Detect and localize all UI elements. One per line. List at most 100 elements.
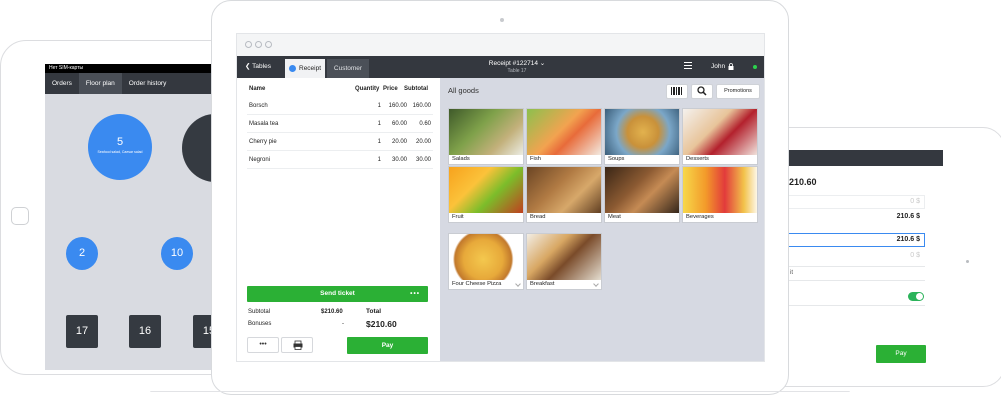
- category-soups[interactable]: Soups: [604, 108, 680, 165]
- category-label: Fruit: [452, 214, 464, 220]
- category-label: Soups: [608, 156, 625, 162]
- item-qty: 1: [377, 121, 381, 127]
- window-chrome: [237, 34, 764, 56]
- receipt-title[interactable]: Receipt #122714 ⌄: [467, 59, 567, 67]
- category-meat[interactable]: Meat: [604, 166, 680, 223]
- category-fruit[interactable]: Fruit: [448, 166, 524, 223]
- category-bread[interactable]: Bread: [526, 166, 602, 223]
- promotions-button[interactable]: Promotions: [716, 84, 760, 99]
- payment-field-2[interactable]: 210.6 $: [787, 210, 925, 224]
- chevron-left-icon: ❮: [245, 63, 251, 70]
- floor-nav: Orders Floor plan Order history: [45, 73, 225, 94]
- laptop-base: [150, 391, 850, 407]
- barcode-button[interactable]: [666, 84, 688, 99]
- back-to-tables[interactable]: ❮ Tables: [245, 56, 271, 78]
- send-ticket-more-icon[interactable]: •••: [410, 286, 420, 302]
- barcode-icon: [671, 87, 682, 95]
- col-quantity: Quantity: [355, 86, 380, 92]
- receipt-row[interactable]: Cherry pie 1 20.00 20.00: [247, 134, 433, 151]
- pizza-image: [449, 234, 523, 280]
- payment-field-3[interactable]: 210.6 $: [787, 233, 925, 247]
- payment-header: [787, 150, 943, 166]
- search-button[interactable]: [691, 84, 713, 99]
- col-name: Name: [249, 86, 266, 92]
- item-subtotal: 30.00: [415, 157, 431, 163]
- category-desserts[interactable]: Desserts: [682, 108, 758, 165]
- category-label: Desserts: [686, 156, 709, 162]
- goods-panel: All goods Promotions Salads Fish Soups D…: [440, 78, 764, 361]
- table-5[interactable]: 5 Seafood salad, Caesar salad: [88, 114, 152, 180]
- pay-button[interactable]: Pay: [347, 337, 428, 354]
- category-beverages[interactable]: Beverages: [682, 166, 758, 223]
- check-icon: [289, 65, 296, 72]
- tablet-camera-dot: [966, 260, 969, 263]
- desserts-image: [683, 109, 757, 155]
- tab-customer[interactable]: Customer: [327, 59, 369, 78]
- back-label: Tables: [252, 63, 271, 70]
- window-zoom-control[interactable]: [265, 41, 272, 48]
- product-four-cheese-pizza[interactable]: Four Cheese Pizza: [448, 233, 524, 290]
- beverages-image: [683, 167, 757, 213]
- item-name: Masala tea: [249, 121, 279, 127]
- receipt-row[interactable]: Negroni 1 30.00 30.00: [247, 152, 433, 169]
- category-label: Meat: [608, 214, 621, 220]
- payment-toggle[interactable]: [908, 292, 924, 301]
- payment-pay-button[interactable]: Pay: [876, 345, 926, 363]
- window-close-control[interactable]: [245, 41, 252, 48]
- divider: [787, 280, 925, 281]
- goods-title: All goods: [448, 86, 479, 95]
- print-button[interactable]: [281, 337, 313, 353]
- tab-receipt[interactable]: Receipt: [285, 59, 325, 78]
- floor-plan-screen: Нет SIM-карты Orders Floor plan Order hi…: [45, 64, 225, 370]
- breakfast-image: [527, 234, 601, 280]
- category-breakfast[interactable]: Breakfast: [526, 233, 602, 290]
- window-minimize-control[interactable]: [255, 41, 262, 48]
- item-price: 160.00: [388, 103, 407, 109]
- nav-floor-plan[interactable]: Floor plan: [78, 73, 122, 94]
- payment-screen: 210.60 0 $ 210.6 $ 210.6 $ 0 $ it Pay: [787, 150, 943, 370]
- payment-total: 210.60: [789, 177, 817, 187]
- receipt-panel: Name Quantity Price Subtotal Borsch 1 16…: [237, 78, 440, 361]
- user-name[interactable]: John: [711, 56, 725, 78]
- pos-header: ❮ Tables Receipt Customer Receipt #12271…: [237, 56, 764, 78]
- table-5-description: Seafood salad, Caesar salad: [97, 150, 143, 154]
- item-qty: 1: [377, 157, 381, 163]
- fish-image: [527, 109, 601, 155]
- more-actions-button[interactable]: •••: [247, 337, 279, 353]
- table-16[interactable]: 16: [129, 315, 161, 348]
- product-label: Four Cheese Pizza: [452, 281, 502, 287]
- total-label: Total: [366, 308, 382, 315]
- item-name: Cherry pie: [249, 139, 277, 145]
- payment-field-4[interactable]: 0 $: [787, 249, 925, 263]
- subtotal-label: Subtotal: [248, 309, 271, 315]
- payment-small-label: it: [790, 270, 793, 276]
- pos-window: ❮ Tables Receipt Customer Receipt #12271…: [236, 33, 765, 362]
- tablet-home-button[interactable]: [11, 207, 29, 225]
- nav-orders[interactable]: Orders: [45, 73, 79, 94]
- payment-field-1[interactable]: 0 $: [787, 195, 925, 209]
- col-price: Price: [383, 86, 398, 92]
- lock-icon[interactable]: [728, 63, 734, 70]
- fruit-image: [449, 167, 523, 213]
- table-10[interactable]: 10: [161, 237, 193, 270]
- receipt-row[interactable]: Borsch 1 160.00 160.00: [247, 98, 433, 115]
- item-price: 60.00: [391, 121, 407, 127]
- hamburger-menu-icon[interactable]: [684, 62, 692, 72]
- category-fish[interactable]: Fish: [526, 108, 602, 165]
- laptop-camera: [500, 18, 504, 22]
- receipt-row[interactable]: Masala tea 1 60.00 0.60: [247, 116, 433, 133]
- status-text: Нет SIM-карты: [49, 65, 84, 71]
- receipt-subtitle: Table 17: [507, 68, 527, 74]
- category-label: Fish: [530, 156, 541, 162]
- table-17[interactable]: 17: [66, 315, 98, 348]
- divider: [787, 266, 925, 267]
- category-salads[interactable]: Salads: [448, 108, 524, 165]
- category-label: Salads: [452, 156, 470, 162]
- nav-order-history[interactable]: Order history: [122, 73, 174, 94]
- send-ticket-button[interactable]: Send ticket •••: [247, 286, 428, 302]
- subtotal-value: $210.60: [321, 309, 343, 315]
- table-2[interactable]: 2: [66, 237, 98, 270]
- divider: [787, 305, 925, 306]
- chevron-down-icon: ⌄: [539, 60, 546, 67]
- item-subtotal: 20.00: [415, 139, 431, 145]
